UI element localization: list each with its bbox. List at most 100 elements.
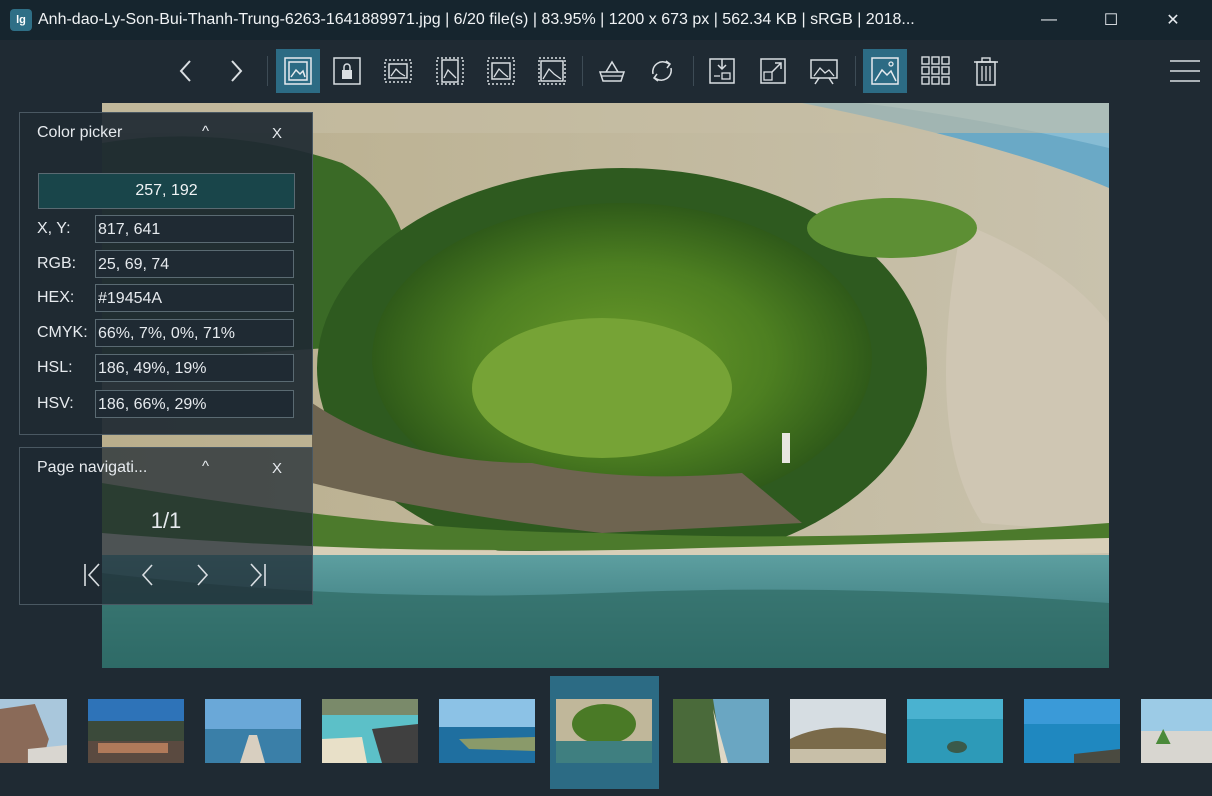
next-page-icon (197, 564, 209, 586)
auto-zoom-button[interactable] (276, 49, 320, 93)
next-page-button[interactable] (187, 560, 217, 590)
delete-button[interactable] (964, 49, 1008, 93)
thumbnail-bar-button[interactable] (863, 49, 907, 93)
cmyk-row: CMYK: 66%, 7%, 0%, 71% (37, 319, 295, 347)
thumbnail-image (1024, 699, 1120, 763)
scale-to-height-button[interactable] (428, 49, 472, 93)
thumbnail-image (205, 699, 301, 763)
previous-image-icon (179, 60, 191, 82)
thumbnail-image (322, 699, 418, 763)
thumbnail[interactable] (322, 699, 418, 763)
scale-to-fill-icon (538, 57, 566, 85)
scale-to-fill-button[interactable] (530, 49, 574, 93)
checkerboard-button[interactable] (590, 49, 634, 93)
gallery-grid-button[interactable] (914, 49, 958, 93)
thumbnail[interactable] (1024, 699, 1120, 763)
previous-page-icon (141, 564, 153, 586)
delete-icon (974, 57, 998, 86)
collapse-panel-button[interactable]: ^ (202, 458, 209, 475)
thumbnail-image (790, 699, 886, 763)
thumbnail-selected[interactable] (556, 699, 652, 763)
crop-icon (709, 58, 735, 84)
hsv-label: HSV: (37, 395, 74, 412)
thumbnail-image (556, 699, 652, 763)
scale-to-height-icon (436, 57, 464, 85)
main-menu-button[interactable] (1163, 49, 1207, 93)
page-indicator: 1/1 (150, 508, 182, 533)
first-page-button[interactable] (78, 560, 108, 590)
previous-image-button[interactable] (164, 49, 208, 93)
thumbnail[interactable] (673, 699, 769, 763)
rotate-icon (652, 60, 672, 82)
fullscreen-button[interactable] (751, 49, 795, 93)
toolbar-separator (582, 56, 583, 86)
page-navigation-title: Page navigati... (37, 459, 148, 476)
xy-field[interactable]: 817, 641 (95, 215, 294, 243)
hex-row: HEX: #19454A (37, 284, 295, 312)
thumbnail-image (907, 699, 1003, 763)
thumbnail-image (1141, 699, 1212, 763)
thumbnail-image (673, 699, 769, 763)
thumbnail[interactable] (88, 699, 184, 763)
last-page-icon (250, 563, 266, 587)
scale-to-width-button[interactable] (376, 49, 420, 93)
hex-field[interactable]: #19454A (95, 284, 294, 312)
minimize-button[interactable]: — (1026, 0, 1072, 40)
page-navigation-panel: Page navigati... ^ X 1/1 (19, 447, 313, 605)
hsl-field[interactable]: 186, 49%, 19% (95, 354, 294, 382)
xy-label: X, Y: (37, 220, 71, 237)
thumbnail[interactable] (907, 699, 1003, 763)
next-image-icon (231, 60, 243, 82)
toolbar-separator (693, 56, 694, 86)
thumbnail-image (0, 699, 67, 763)
auto-zoom-icon (284, 57, 312, 85)
title-bar: lg Anh-dao-Ly-Son-Bui-Thanh-Trung-6263-1… (0, 0, 1212, 40)
color-swatch[interactable]: 257, 192 (38, 173, 295, 209)
hex-label: HEX: (37, 289, 75, 306)
collapse-panel-button[interactable]: ^ (202, 123, 209, 140)
thumbnail[interactable] (1141, 699, 1212, 763)
next-image-button[interactable] (214, 49, 258, 93)
rgb-row: RGB: 25, 69, 74 (37, 250, 295, 278)
toolbar-separator (855, 56, 856, 86)
xy-row: X, Y: 817, 641 (37, 215, 295, 243)
thumbnail[interactable] (790, 699, 886, 763)
close-panel-button[interactable]: X (272, 460, 282, 477)
thumbnail[interactable] (0, 699, 67, 763)
rgb-field[interactable]: 25, 69, 74 (95, 250, 294, 278)
fullscreen-icon (760, 58, 786, 84)
crop-button[interactable] (700, 49, 744, 93)
app-logo-icon: lg (10, 9, 32, 31)
hsv-field[interactable]: 186, 66%, 29% (95, 390, 294, 418)
hsl-label: HSL: (37, 359, 73, 376)
scale-to-fit-button[interactable] (479, 49, 523, 93)
thumbnail[interactable] (439, 699, 535, 763)
previous-page-button[interactable] (133, 560, 163, 590)
last-page-button[interactable] (242, 560, 272, 590)
toolbar-separator (267, 56, 268, 86)
hsv-row: HSV: 186, 66%, 29% (37, 390, 295, 418)
close-window-button[interactable]: ✕ (1150, 0, 1196, 40)
thumbnail[interactable] (205, 699, 301, 763)
thumbnail-image (439, 699, 535, 763)
color-picker-panel: Color picker ^ X 257, 192 X, Y: 817, 641… (19, 112, 313, 435)
rgb-label: RGB: (37, 255, 77, 272)
thumbnail-strip (0, 668, 1212, 796)
gallery-grid-icon (921, 56, 950, 85)
cmyk-field[interactable]: 66%, 7%, 0%, 71% (95, 319, 294, 347)
scale-to-width-icon (384, 59, 412, 83)
color-picker-title: Color picker (37, 124, 123, 141)
toolbar (0, 40, 1212, 102)
thumbnail-image (88, 699, 184, 763)
thumbnail-bar-icon (871, 57, 899, 85)
window-title: Anh-dao-Ly-Son-Bui-Thanh-Trung-6263-1641… (38, 11, 915, 28)
lock-zoom-icon (333, 57, 361, 85)
maximize-button[interactable]: ☐ (1088, 0, 1134, 40)
rotate-button[interactable] (640, 49, 684, 93)
lock-zoom-button[interactable] (325, 49, 369, 93)
checkerboard-background-icon (598, 60, 626, 82)
scale-to-fit-icon (487, 57, 515, 85)
close-panel-button[interactable]: X (272, 125, 282, 142)
slideshow-button[interactable] (802, 49, 846, 93)
hsl-row: HSL: 186, 49%, 19% (37, 354, 295, 382)
